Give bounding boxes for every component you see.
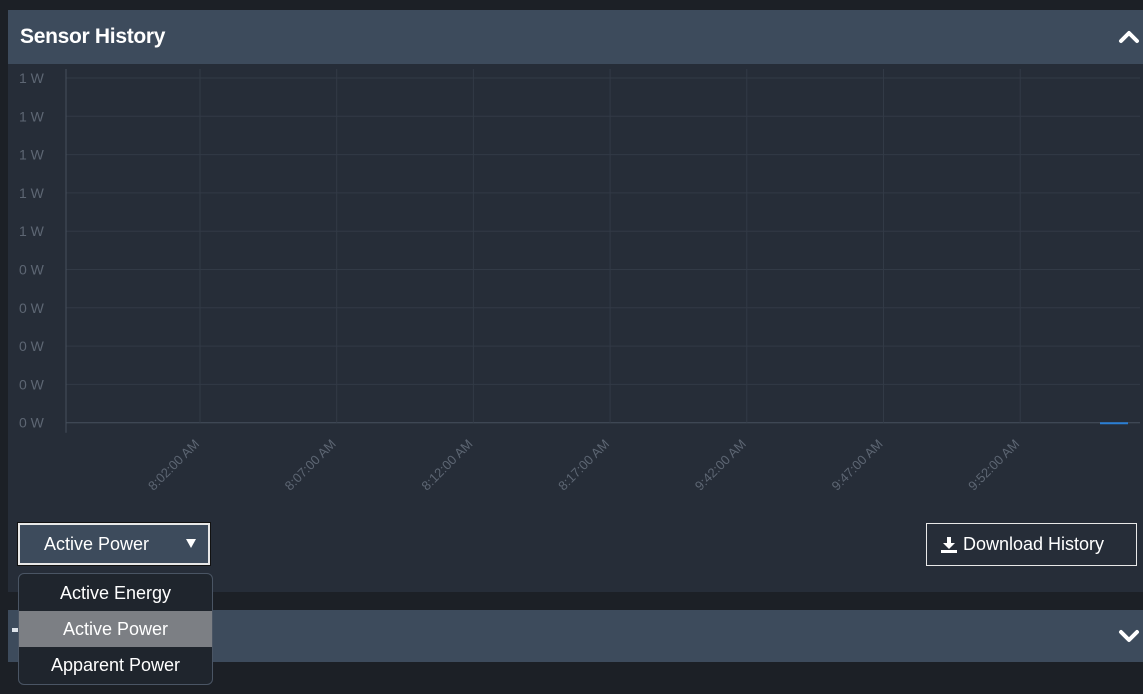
chart-svg: 1 W 1 W 1 W 1 W 1 W 0 W 0 W 0 W 0 W 0 W 8:02:00 AM… xyxy=(19,69,1140,493)
sensor-dropdown-menu: Active Energy Active Power Apparent Powe… xyxy=(18,573,213,685)
chevron-up-icon[interactable] xyxy=(1118,26,1140,48)
dropdown-option-active-power[interactable]: Active Power xyxy=(19,611,212,647)
download-history-label: Download History xyxy=(963,534,1105,554)
panel-header[interactable]: Sensor History xyxy=(8,10,1143,64)
sensor-select-value: Active Power xyxy=(44,533,150,554)
x-tick-label: 9:42:00 AM xyxy=(692,436,749,493)
y-tick-label: 1 W xyxy=(19,147,45,163)
y-tick-label: 1 W xyxy=(19,70,45,86)
chevron-down-icon[interactable] xyxy=(1118,625,1140,647)
download-icon xyxy=(941,537,957,553)
y-tick-label: 0 W xyxy=(19,376,45,392)
y-tick-label: 1 W xyxy=(19,185,45,201)
y-tick-label: 1 W xyxy=(19,108,45,124)
download-history-button[interactable]: Download History xyxy=(926,523,1137,566)
y-tick-label: 0 W xyxy=(19,415,45,431)
x-tick-label: 9:47:00 AM xyxy=(829,436,886,493)
dropdown-option-apparent-power[interactable]: Apparent Power xyxy=(19,647,212,683)
dropdown-option-active-energy[interactable]: Active Energy xyxy=(19,575,212,611)
x-tick-label: 9:52:00 AM xyxy=(965,436,1022,493)
x-tick-label: 8:17:00 AM xyxy=(555,436,612,493)
caret-down-icon xyxy=(186,539,196,548)
x-tick-label: 8:12:00 AM xyxy=(418,436,475,493)
y-tick-label: 0 W xyxy=(19,338,45,354)
x-tick-label: 8:07:00 AM xyxy=(282,436,339,493)
panel-title: Sensor History xyxy=(20,25,166,48)
sensor-history-chart: 1 W 1 W 1 W 1 W 1 W 0 W 0 W 0 W 0 W 0 W 8:02:00 AM… xyxy=(8,64,1143,514)
y-tick-label: 0 W xyxy=(19,300,45,316)
x-tick-label: 8:02:00 AM xyxy=(145,436,202,493)
sensor-history-panel: Sensor History 1 W 1 W 1 W 1 W 1 W 0 W 0 W 0 W 0… xyxy=(8,10,1143,592)
y-tick-label: 1 W xyxy=(19,223,45,239)
y-tick-label: 0 W xyxy=(19,262,45,278)
sensor-select[interactable]: Active Power xyxy=(18,523,210,565)
